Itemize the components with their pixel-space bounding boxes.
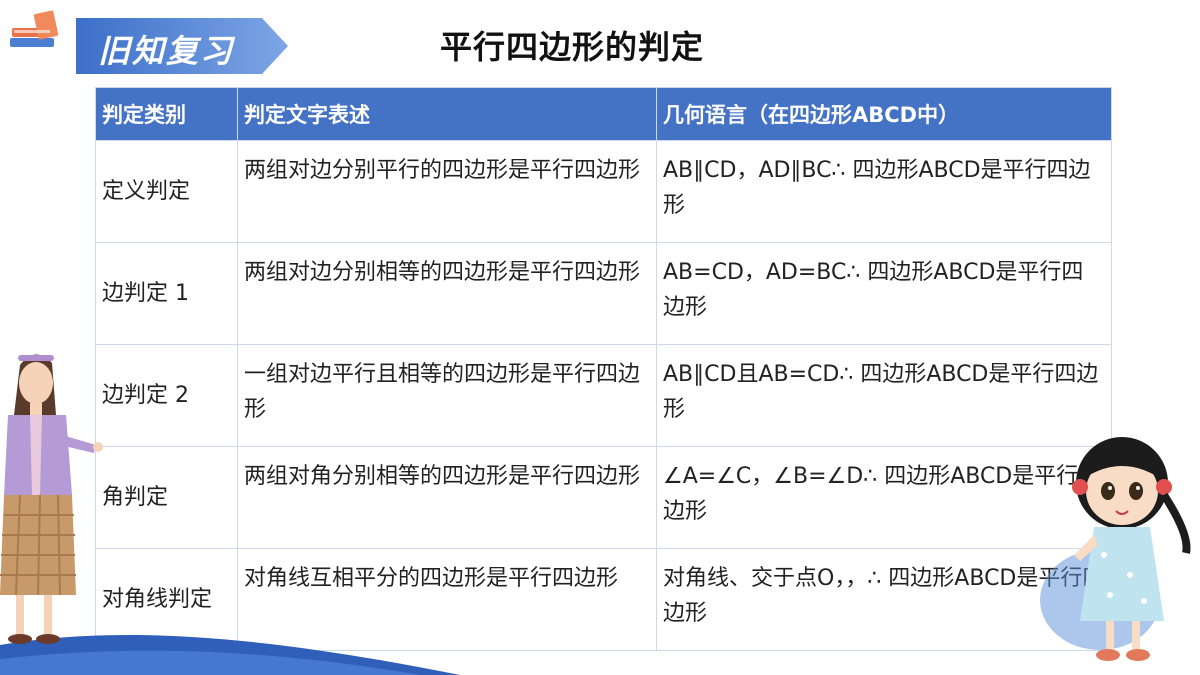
- row-statement: 两组对角分别相等的四边形是平行四边形: [237, 446, 657, 549]
- section-banner: 旧知复习: [76, 18, 288, 74]
- table-header-row: 判定类别 判定文字表述 几何语言（在四边形ABCD中）: [95, 87, 1112, 141]
- girl-illustration: [1040, 437, 1191, 661]
- row-geometry: AB=CD，AD=BC∴ 四边形ABCD是平行四边形: [656, 242, 1112, 345]
- row-geometry: AB∥CD，AD∥BC∴ 四边形ABCD是平行四边形: [656, 140, 1112, 243]
- row-category: 边判定 2: [95, 344, 238, 447]
- page-title: 平行四边形的判定: [440, 28, 705, 66]
- header-statement: 判定文字表述: [237, 87, 657, 141]
- teacher-illustration: [0, 354, 103, 644]
- header-geometry: 几何语言（在四边形ABCD中）: [656, 87, 1112, 141]
- row-statement: 两组对边分别相等的四边形是平行四边形: [237, 242, 657, 345]
- row-statement: 两组对边分别平行的四边形是平行四边形: [237, 140, 657, 243]
- row-statement: 一组对边平行且相等的四边形是平行四边形: [237, 344, 657, 447]
- header-category: 判定类别: [95, 87, 238, 141]
- table-row: 边判定 2 一组对边平行且相等的四边形是平行四边形 AB∥CD且AB=CD∴ 四…: [95, 344, 1112, 447]
- section-badge-label: 旧知复习: [98, 32, 235, 70]
- books-icon: [10, 10, 59, 47]
- table-row: 边判定 1 两组对边分别相等的四边形是平行四边形 AB=CD，AD=BC∴ 四边…: [95, 242, 1112, 345]
- table-row: 角判定 两组对角分别相等的四边形是平行四边形 ∠A=∠C，∠B=∠D∴ 四边形A…: [95, 446, 1112, 549]
- row-category: 角判定: [95, 446, 238, 549]
- row-category: 定义判定: [95, 140, 238, 243]
- row-category: 边判定 1: [95, 242, 238, 345]
- table-row: 定义判定 两组对边分别平行的四边形是平行四边形 AB∥CD，AD∥BC∴ 四边形…: [95, 140, 1112, 243]
- criteria-table: 判定类别 判定文字表述 几何语言（在四边形ABCD中） 定义判定 两组对边分别平…: [95, 87, 1112, 651]
